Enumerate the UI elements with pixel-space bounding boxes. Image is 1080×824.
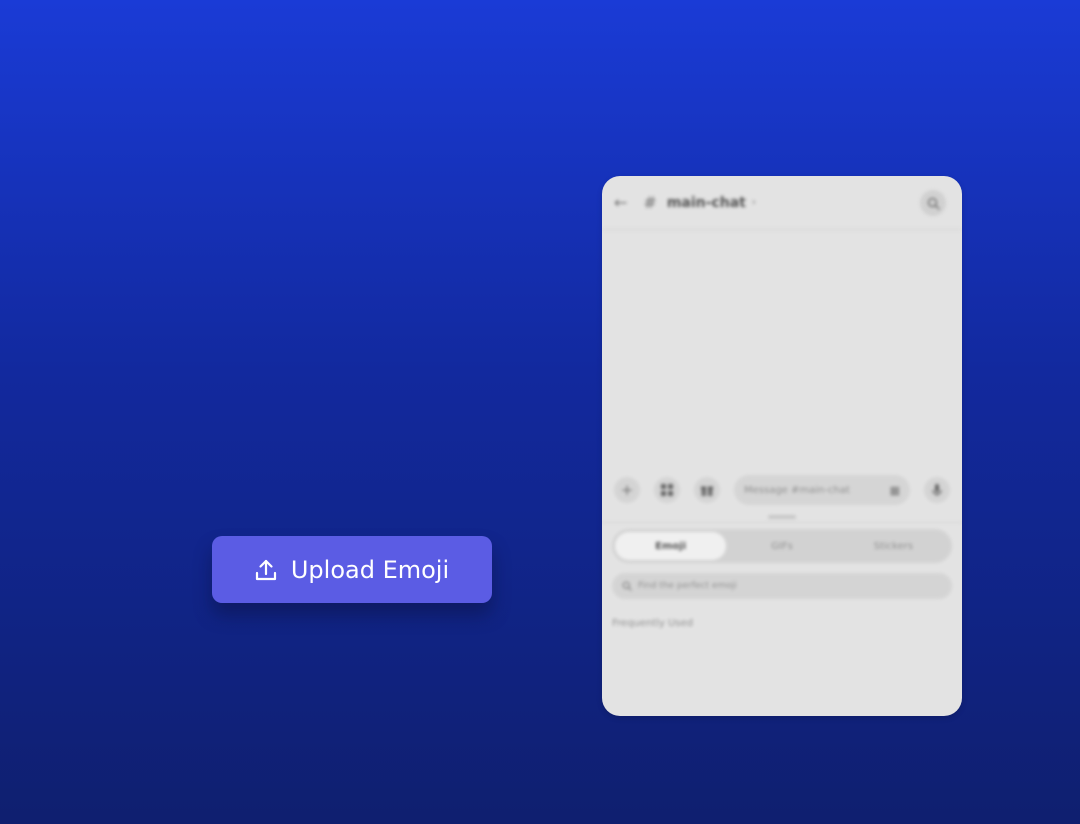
chevron-right-icon: › — [751, 197, 756, 208]
frequently-used-label: Frequently Used — [612, 618, 694, 629]
arrow-left-icon[interactable]: ← — [614, 193, 627, 212]
gift-icon — [701, 486, 713, 496]
upload-icon — [255, 558, 277, 582]
upload-emoji-button[interactable]: Upload Emoji — [212, 536, 492, 603]
message-input[interactable]: Message #main-chat ▦ — [734, 475, 910, 505]
drawer-handle[interactable] — [768, 515, 796, 519]
apps-button[interactable] — [654, 477, 680, 503]
apps-icon — [661, 484, 673, 496]
emoji-search-placeholder: Find the perfect emoji — [638, 581, 737, 591]
chat-header: ← # main-chat › — [602, 176, 962, 230]
channel-name[interactable]: main-chat — [667, 195, 746, 211]
tab-emoji[interactable]: Emoji — [615, 532, 727, 560]
message-placeholder: Message #main-chat — [744, 484, 850, 496]
search-icon — [622, 581, 632, 591]
search-button[interactable] — [920, 190, 946, 216]
emoji-picker-tabs: Emoji GIFs Stickers — [612, 529, 952, 563]
plus-icon: + — [620, 481, 634, 499]
search-icon — [927, 197, 940, 210]
message-composer: + Message #main-chat ▦ — [602, 472, 962, 508]
blurred-chat-content: ← # main-chat › + Message #main-chat ▦ E… — [602, 176, 962, 716]
tab-gifs[interactable]: GIFs — [726, 532, 837, 560]
voice-button[interactable] — [924, 477, 950, 503]
divider — [602, 522, 962, 523]
emoji-search-input[interactable]: Find the perfect emoji — [612, 573, 952, 599]
hash-icon: # — [643, 193, 657, 212]
chat-panel: ← # main-chat › + Message #main-chat ▦ E… — [602, 176, 962, 716]
tab-stickers[interactable]: Stickers — [838, 532, 949, 560]
add-attachment-button[interactable]: + — [614, 477, 640, 503]
gift-button[interactable] — [694, 477, 720, 503]
mic-icon — [932, 484, 942, 496]
upload-emoji-label: Upload Emoji — [290, 555, 450, 584]
keyboard-icon[interactable]: ▦ — [890, 484, 900, 497]
